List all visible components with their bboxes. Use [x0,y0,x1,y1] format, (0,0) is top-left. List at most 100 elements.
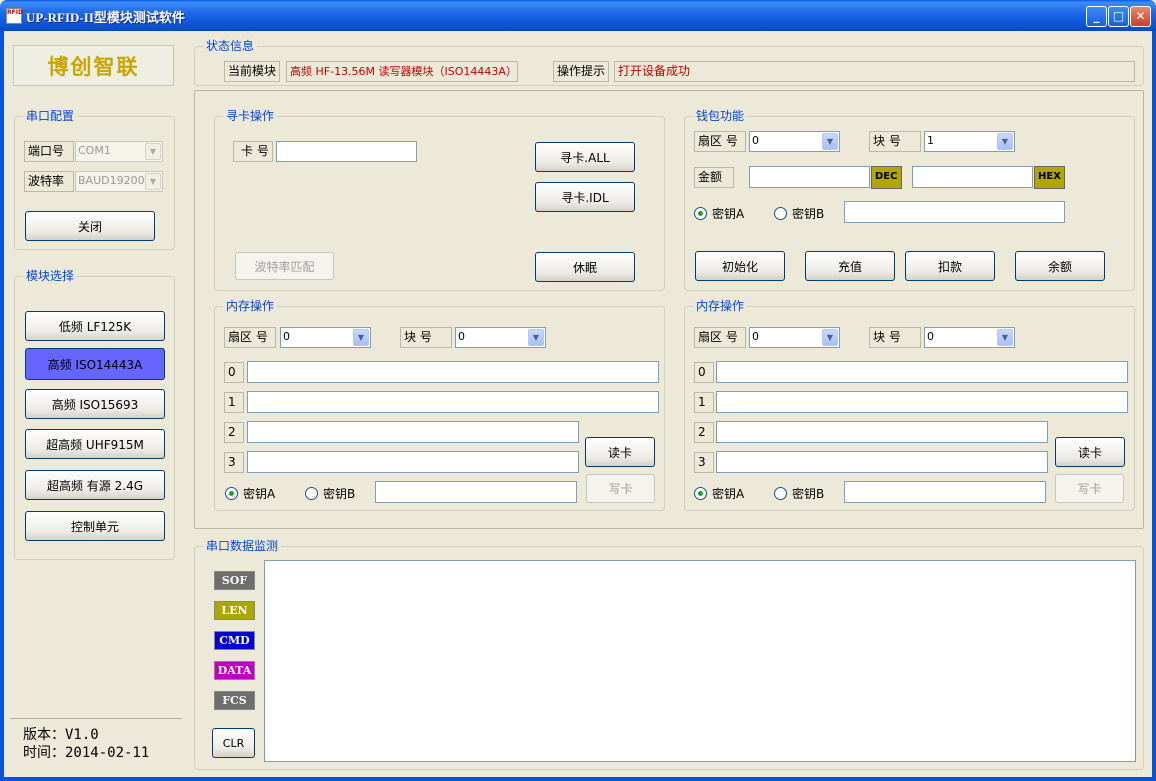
window-frame-left [0,31,4,781]
port-label: 端口号 [24,141,74,162]
init-button[interactable]: 初始化 [695,251,785,281]
maximize-button[interactable]: □ [1108,6,1129,27]
radio-unchecked-icon [305,487,318,500]
module-button-control-unit[interactable]: 控制单元 [25,511,165,541]
sof-tag: SOF [214,571,255,590]
mem-right-key-a-label: 密钥A [712,487,745,501]
mem-right-sector-value: 0 [752,330,759,343]
mem-left-key-a-radio[interactable]: 密钥A [225,485,275,502]
mem-right-row-label: 2 [694,422,714,443]
hex-label: HEX [1034,166,1065,189]
mem-right-block-label: 块 号 [869,327,921,348]
mem-left-row-input[interactable] [247,391,659,413]
mem-right-block-select[interactable]: 0 ▼ [924,327,1015,348]
mem-right-read-button[interactable]: 读卡 [1055,437,1125,467]
chevron-down-icon: ▼ [822,133,838,150]
mem-left-read-button[interactable]: 读卡 [585,437,655,467]
mem-right-row-input[interactable] [716,361,1128,383]
recharge-button[interactable]: 充值 [805,251,895,281]
memory-right-group: 内存操作 扇区 号 0 ▼ 块 号 0 ▼ 0 1 2 3 读卡 密钥A 密钥B 写… [684,299,1135,511]
mem-right-sector-select[interactable]: 0 ▼ [749,327,840,348]
monitor-text-area[interactable] [264,560,1136,762]
mem-right-row-input[interactable] [716,421,1048,443]
status-title: 状态信息 [203,39,258,53]
mem-right-row-label: 0 [694,362,714,383]
mem-right-sector-label: 扇区 号 [694,327,746,348]
amount-hex-input[interactable] [912,166,1033,188]
wallet-sector-value: 0 [752,134,759,147]
mem-right-row-label: 3 [694,452,714,473]
close-port-button[interactable]: 关闭 [25,211,155,241]
wallet-key-input[interactable] [844,201,1065,223]
amount-label: 金额 [694,167,734,188]
balance-button[interactable]: 余额 [1015,251,1105,281]
hint-value: 打开设备成功 [614,61,1135,82]
mem-right-row-label: 1 [694,392,714,413]
mem-left-row-input[interactable] [247,451,579,473]
module-button-iso14443a[interactable]: 高频 ISO14443A [25,348,165,380]
clear-button[interactable]: CLR [212,728,255,758]
find-all-button[interactable]: 寻卡.ALL [535,142,635,172]
card-no-label: 卡 号 [233,141,273,162]
port-select[interactable]: COM1 ▼ [75,141,163,162]
mem-right-write-button[interactable]: 写卡 [1055,474,1124,503]
mem-right-key-b-radio[interactable]: 密钥B [774,485,824,502]
fcs-tag: FCS [214,691,255,710]
mem-left-row-label: 0 [224,362,244,383]
wallet-key-b-radio[interactable]: 密钥B [774,205,824,222]
mem-right-key-input[interactable] [844,481,1046,503]
wallet-key-a-radio[interactable]: 密钥A [694,205,744,222]
module-button-active-2-4g[interactable]: 超高频 有源 2.4G [25,470,165,500]
serial-config-group: 串口配置 端口号 COM1 ▼ 波特率 BAUD19200 ▼ 关闭 [14,109,175,250]
date-text: 时间：2014-02-11 [23,745,150,761]
window-title: UP-RFID-II型模块测试软件 [26,10,185,25]
module-select-title: 模块选择 [23,269,78,283]
mem-right-row-input[interactable] [716,451,1048,473]
mem-left-block-select[interactable]: 0 ▼ [455,327,546,348]
wallet-block-label: 块 号 [869,131,921,152]
mem-right-key-a-radio[interactable]: 密钥A [694,485,744,502]
dec-label: DEC [871,166,902,189]
baud-select[interactable]: BAUD19200 ▼ [75,171,163,192]
amount-dec-input[interactable] [749,166,870,188]
wallet-sector-select[interactable]: 0 ▼ [749,131,840,152]
status-group: 状态信息 当前模块 高频 HF-13.56M 读写器模块（ISO14443A） … [194,39,1144,86]
wallet-block-value: 1 [927,134,934,147]
app-icon: RFID [6,8,23,24]
chevron-down-icon: ▼ [353,329,369,346]
module-button-iso15693[interactable]: 高频 ISO15693 [25,389,165,419]
serial-monitor-group: 串口数据监测 SOF LEN CMD DATA FCS CLR [194,539,1144,770]
wallet-block-select[interactable]: 1 ▼ [924,131,1015,152]
minimize-button[interactable]: _ [1086,6,1107,27]
close-window-button[interactable]: ✕ [1130,6,1151,27]
window-frame-right [1152,31,1156,781]
baud-match-button[interactable]: 波特率匹配 [235,252,334,280]
window-frame-bottom [0,777,1156,781]
deduct-button[interactable]: 扣款 [905,251,995,281]
memory-right-title: 内存操作 [693,299,748,313]
module-button-uhf915m[interactable]: 超高频 UHF915M [25,429,165,459]
port-value: COM1 [78,144,111,157]
sleep-button[interactable]: 休眠 [535,252,635,282]
mem-left-row-input[interactable] [247,421,579,443]
mem-left-key-input[interactable] [375,481,577,503]
find-idl-button[interactable]: 寻卡.IDL [535,182,635,212]
mem-left-sector-select[interactable]: 0 ▼ [280,327,371,348]
mem-left-block-label: 块 号 [400,327,452,348]
mem-right-row-input[interactable] [716,391,1128,413]
mem-left-key-b-radio[interactable]: 密钥B [305,485,355,502]
mem-left-row-label: 3 [224,452,244,473]
wallet-key-b-label: 密钥B [792,207,825,221]
current-module-value: 高频 HF-13.56M 读写器模块（ISO14443A） [286,61,518,82]
radio-checked-icon [694,207,707,220]
cmd-tag: CMD [214,631,255,650]
brand-logo: 博创智联 [13,45,174,86]
memory-left-group: 内存操作 扇区 号 0 ▼ 块 号 0 ▼ 0 1 2 3 读卡 密钥A 密钥B 写… [214,299,665,511]
mem-left-write-button[interactable]: 写卡 [586,474,655,503]
serial-config-title: 串口配置 [23,109,78,123]
len-tag: LEN [214,601,255,620]
module-button-lf125k[interactable]: 低频 LF125K [25,311,165,341]
mem-left-row-input[interactable] [247,361,659,383]
mem-left-row-label: 1 [224,392,244,413]
card-no-input[interactable] [276,141,417,162]
